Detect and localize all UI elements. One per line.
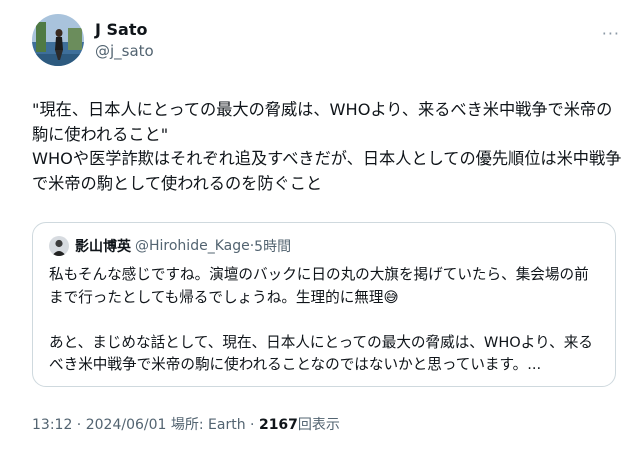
author-handle[interactable]: @j_sato — [95, 41, 154, 61]
tweet-time[interactable]: 13:12 — [32, 417, 72, 433]
tweet-metadata: 13:12 · 2024/06/01 場所: Earth · 2167回表示 — [32, 414, 340, 434]
quoted-tweet-text: 私もそんな感じですね。演壇のバックに日の丸の大旗を掲げていたら、集会場の前まで行… — [49, 266, 593, 373]
author-display-name[interactable]: J Sato — [95, 20, 154, 40]
tweet-header: J Sato @j_sato ··· — [32, 14, 622, 66]
more-options-icon[interactable]: ··· — [602, 24, 620, 43]
quoted-timestamp[interactable]: 5時間 — [254, 236, 291, 256]
quoted-avatar[interactable] — [49, 236, 69, 256]
tweet-text: "現在、日本人にとっての最大の脅威は、WHOより、来るべき米中戦争で米帝の駒に使… — [32, 100, 622, 193]
meta-separator: · — [72, 417, 86, 433]
quoted-handle[interactable]: @Hirohide_Kage — [135, 238, 250, 254]
tweet-date[interactable]: 2024/06/01 — [86, 417, 167, 433]
author-names: J Sato @j_sato — [95, 20, 154, 61]
quoted-tweet-header: 影山博英 @Hirohide_Kage · 5時間 — [49, 236, 291, 256]
quoted-display-name[interactable]: 影山博英 — [75, 236, 131, 256]
quoted-tweet[interactable]: 影山博英 @Hirohide_Kage · 5時間 私もそんな感じですね。演壇の… — [32, 222, 616, 387]
avatar[interactable] — [32, 14, 84, 66]
tweet-location: 場所: Earth — [166, 417, 246, 433]
views-label: 回表示 — [297, 417, 340, 433]
meta-separator: · — [245, 417, 259, 433]
view-count: 2167 — [258, 417, 298, 433]
